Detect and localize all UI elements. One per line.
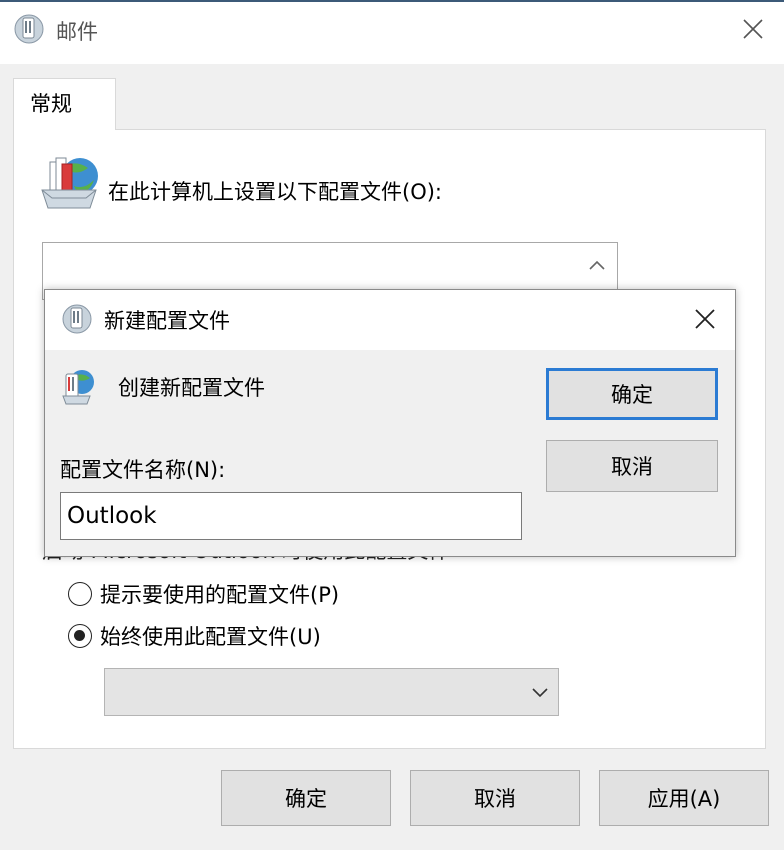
tab-general-label: 常规 <box>30 92 72 116</box>
create-profile-label: 创建新配置文件 <box>118 376 265 400</box>
setup-profiles-label: 在此计算机上设置以下配置文件(O): <box>108 180 442 204</box>
profiles-icon <box>36 150 102 216</box>
prompt-profile-radio[interactable] <box>68 582 92 606</box>
close-icon[interactable] <box>736 12 770 46</box>
scroll-up-icon[interactable] <box>582 250 612 280</box>
dialog-title: 新建配置文件 <box>104 309 230 333</box>
close-icon[interactable] <box>688 302 722 336</box>
mail-app-icon <box>12 12 46 46</box>
dialog-cancel-button[interactable]: 取消 <box>546 440 718 492</box>
apply-button[interactable]: 应用(A) <box>599 770 769 826</box>
dialog-ok-button[interactable]: 确定 <box>546 368 718 420</box>
prompt-profile-label[interactable]: 提示要使用的配置文件(P) <box>100 579 339 609</box>
profile-name-label: 配置文件名称(N): <box>60 458 226 482</box>
chevron-down-icon[interactable] <box>528 680 552 704</box>
ok-button[interactable]: 确定 <box>221 770 391 826</box>
mail-app-icon <box>60 302 94 336</box>
cancel-button[interactable]: 取消 <box>410 770 580 826</box>
window-titlebar <box>0 2 784 64</box>
profile-name-input[interactable] <box>60 492 522 540</box>
new-profile-icon <box>60 366 96 406</box>
always-use-profile-label[interactable]: 始终使用此配置文件(U) <box>100 621 321 651</box>
window-title: 邮件 <box>56 20 98 44</box>
profile-select[interactable] <box>104 668 559 716</box>
always-use-profile-radio[interactable] <box>68 624 92 648</box>
